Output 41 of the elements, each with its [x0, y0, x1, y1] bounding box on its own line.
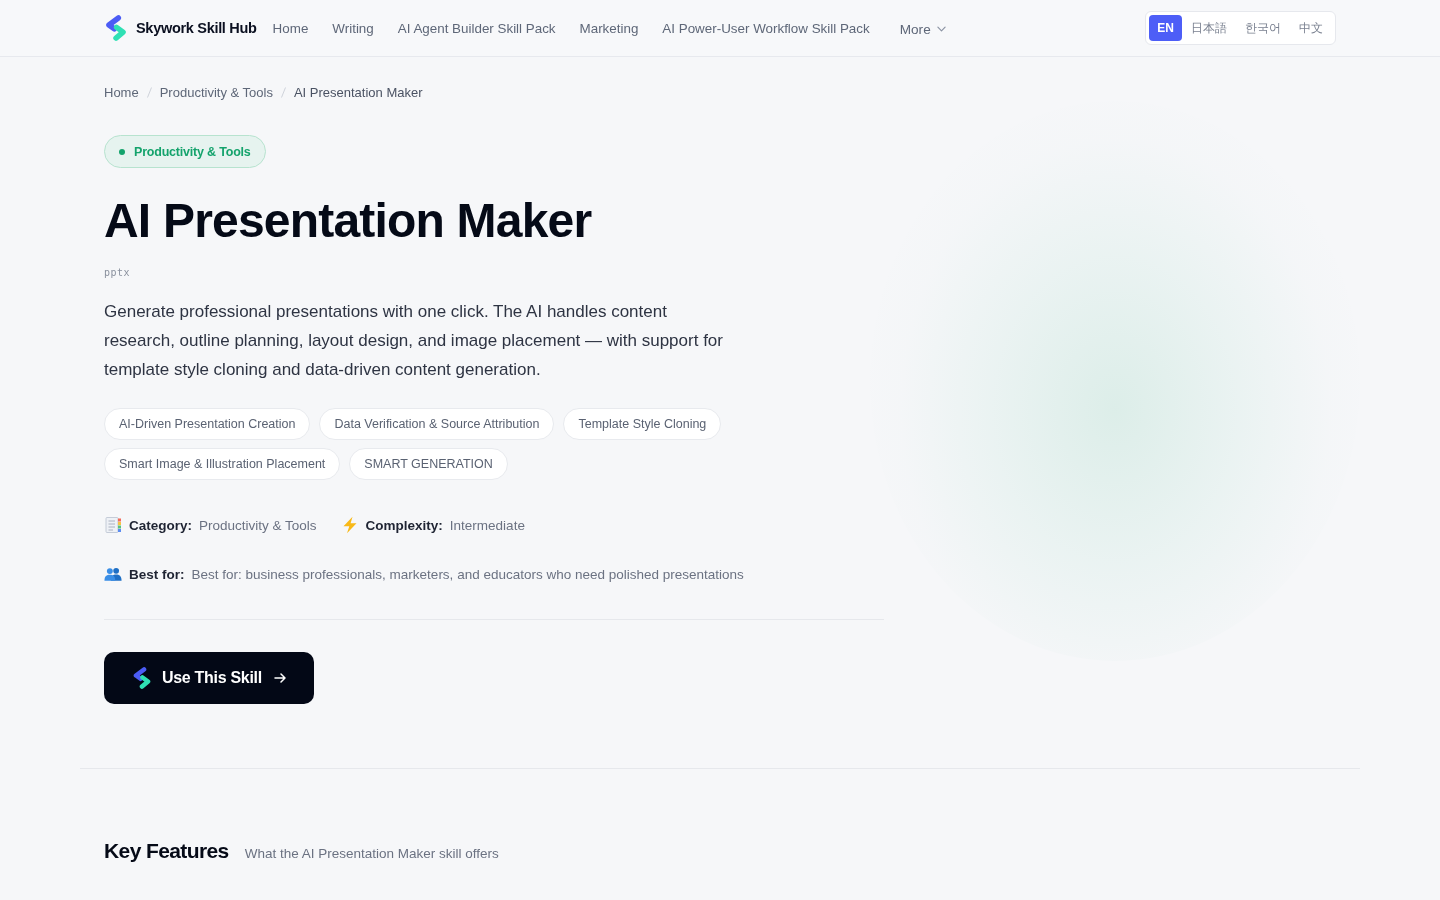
tag-chip: AI-Driven Presentation Creation	[104, 408, 311, 440]
slash-icon	[146, 86, 152, 98]
nav-link[interactable]: Marketing	[579, 20, 639, 36]
section-subtitle: What the AI Presentation Maker skill offers	[244, 846, 499, 861]
dot-icon	[119, 148, 125, 155]
language-option[interactable]: 한국어	[1236, 15, 1290, 41]
hero-description: Generate professional presentations with one click. The AI handles content research, outline planning, layout design, and image placement — with support for template style cloning and data-driven content generation.	[104, 301, 724, 381]
meta-value: Intermediate	[449, 517, 525, 533]
meta-value: Productivity & Tools	[199, 517, 317, 533]
breadcrumb-link[interactable]: Productivity & Tools	[159, 84, 273, 100]
tag-chip: SMART GENERATION	[349, 448, 508, 480]
tag-chip: Smart Image & Illustration Placement	[104, 448, 341, 480]
tag-chip: Template Style Cloning	[563, 408, 722, 440]
arrow-right-icon	[273, 673, 286, 683]
file-type-label: pptx	[104, 266, 131, 280]
section-title: Key Features	[104, 838, 229, 864]
more-menu-button[interactable]: More	[899, 21, 946, 37]
language-option[interactable]: EN	[1149, 15, 1182, 41]
tag-chip: Data Verification & Source Attribution	[319, 408, 555, 440]
logo-link[interactable]: Skywork Skill Hub	[104, 15, 257, 41]
breadcrumb-current: AI Presentation Maker	[293, 84, 423, 100]
nav-link[interactable]: Home	[272, 20, 309, 36]
meta-label: Category:	[129, 517, 192, 533]
logo-icon	[104, 15, 128, 41]
chevron-down-icon	[936, 26, 946, 32]
badge-label: Productivity & Tools	[134, 144, 251, 159]
nav-link[interactable]: AI Power-User Workflow Skill Pack	[662, 20, 870, 36]
meta-label: Complexity:	[365, 517, 443, 533]
language-option[interactable]: 中文	[1290, 15, 1332, 41]
people-icon	[104, 565, 122, 583]
tabbed-document-icon	[104, 516, 122, 534]
page-title: AI Presentation Maker	[104, 193, 592, 249]
language-option[interactable]: 日本語	[1182, 15, 1236, 41]
meta-label: Best for:	[129, 566, 185, 582]
nav-link[interactable]: AI Agent Builder Skill Pack	[397, 20, 556, 36]
use-skill-button[interactable]: Use This Skill	[104, 652, 314, 704]
breadcrumb-link[interactable]: Home	[104, 84, 139, 100]
meta-value: Best for: business professionals, marketers, and educators who need polished presentations	[191, 566, 744, 582]
logo-icon	[132, 667, 152, 689]
nav-link[interactable]: Writing	[332, 20, 374, 36]
slash-icon	[280, 86, 286, 98]
